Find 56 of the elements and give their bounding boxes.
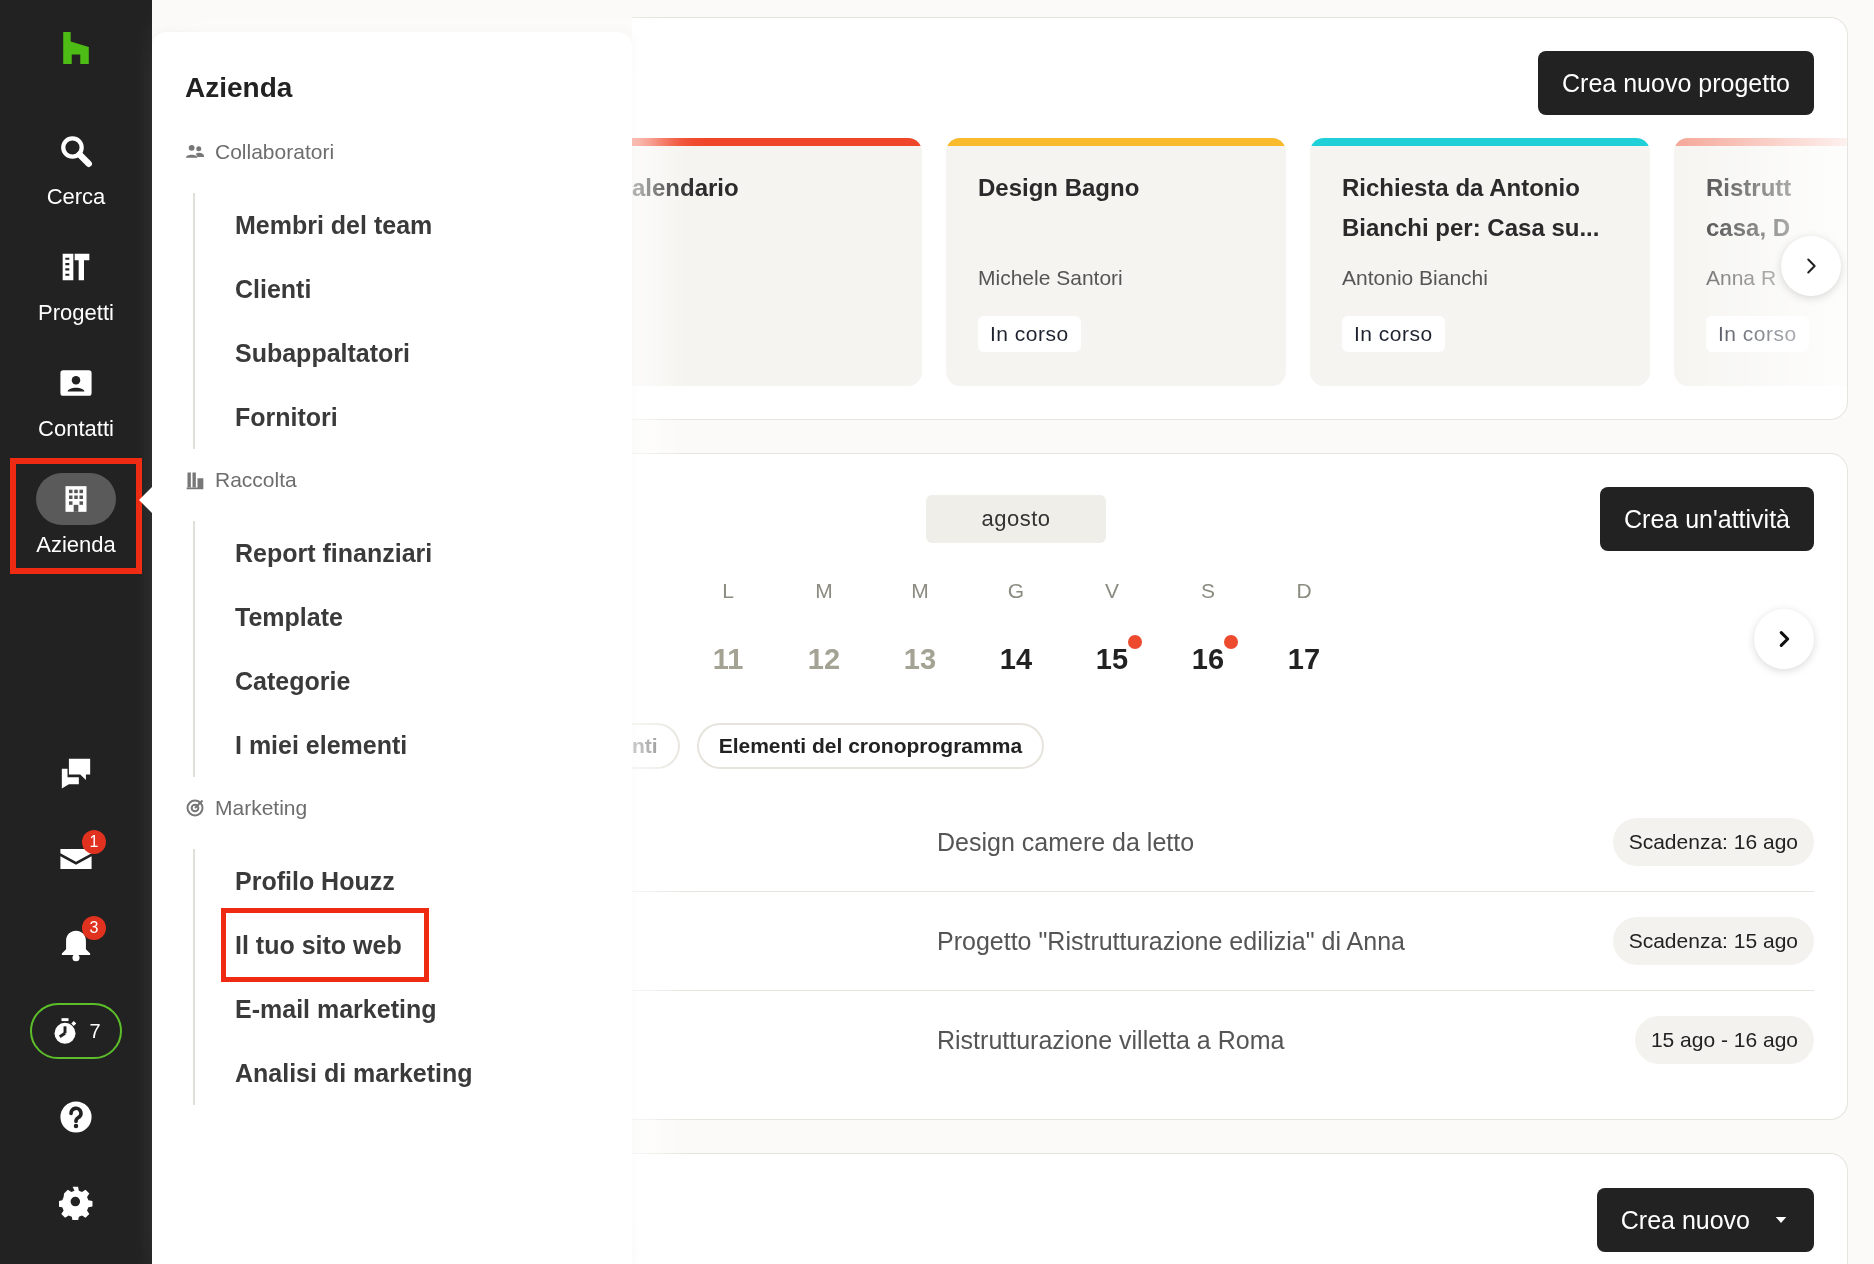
status-tag: In corso xyxy=(1706,316,1809,352)
client-name: Anna R xyxy=(1706,265,1777,291)
create-project-button[interactable]: Crea nuovo progetto xyxy=(1538,51,1814,115)
weekday-label: D xyxy=(1295,578,1313,604)
weekday-label: L xyxy=(721,578,735,604)
client-name: Michele Santori xyxy=(978,265,1123,291)
notifications-button[interactable]: 3 xyxy=(26,902,126,988)
search-icon xyxy=(59,134,93,168)
group-heading: Raccolta xyxy=(215,468,297,492)
calendar-day[interactable]: 16 xyxy=(1160,633,1256,685)
nav-item[interactable]: Progetti xyxy=(10,226,142,342)
filter-chip[interactable]: Elementi del cronoprogramma xyxy=(696,723,1045,769)
due-date: 15 ago - 16 ago xyxy=(1634,1016,1814,1064)
project-title: Richiesta da Antonio Bianchi per: Casa su... xyxy=(1342,173,1600,243)
help-icon xyxy=(59,1100,93,1134)
target-icon xyxy=(185,798,205,818)
calendar-day[interactable]: 17 xyxy=(1256,633,1352,685)
task-title: Ristrutturazione villetta a Roma xyxy=(937,1025,1285,1055)
status-tag: In corso xyxy=(978,316,1081,352)
settings-icon xyxy=(59,1186,93,1220)
task-title: Design camere da letto xyxy=(937,827,1195,857)
nav-item[interactable]: Contatti xyxy=(10,342,142,458)
weekday-label: G xyxy=(1006,578,1026,604)
task-title: Progetto "Ristrutturazione edilizia" di Anna xyxy=(937,926,1405,956)
menu-title: Azienda xyxy=(185,71,294,105)
weekday-label: M xyxy=(910,578,930,604)
chat-icon xyxy=(59,756,93,790)
weekday-label: M xyxy=(814,578,834,604)
nav-item[interactable]: Cerca xyxy=(10,110,142,226)
calendar-day[interactable]: 14 xyxy=(968,633,1064,685)
status-tag: In corso xyxy=(1342,316,1445,352)
inbox-button[interactable]: 1 xyxy=(26,816,126,902)
project-card[interactable]: Design Bagno Michele Santori In corso xyxy=(946,138,1286,386)
project-card[interactable]: Ristrutt casa, D Anna R In corso xyxy=(1674,138,1847,386)
project-title: Design Bagno xyxy=(978,173,1140,203)
client-name: Antonio Bianchi xyxy=(1342,265,1488,291)
create-task-button[interactable]: Crea un'attività xyxy=(1600,487,1814,551)
project-title: alendario xyxy=(632,173,739,203)
project-title: Ristrutt casa, D xyxy=(1706,173,1792,243)
group-heading: Collaboratori xyxy=(215,140,335,164)
create-new-button[interactable]: Crea nuovo xyxy=(1596,1188,1814,1252)
project-card[interactable]: Richiesta da Antonio Bianchi per: Casa su... Antonio Bianchi In corso xyxy=(1310,138,1650,386)
weekday-label: S xyxy=(1200,578,1216,604)
count-badge: 3 xyxy=(82,916,106,940)
month-label: agosto xyxy=(926,495,1106,543)
group-heading: Marketing xyxy=(215,796,308,820)
menu-link[interactable]: Il tuo sito web xyxy=(221,908,429,982)
due-date: Scadenza: 16 ago xyxy=(1612,818,1814,866)
weekday-label: V xyxy=(1104,578,1120,604)
timer-button[interactable]: 7 xyxy=(30,1003,122,1059)
nav-item[interactable]: Azienda xyxy=(10,458,142,574)
count-badge: 1 xyxy=(82,830,106,854)
due-date: Scadenza: 15 ago xyxy=(1612,917,1814,965)
logo-icon xyxy=(63,32,89,64)
calendar-day[interactable]: 15 xyxy=(1064,633,1160,685)
project-card[interactable]: alendario xyxy=(632,138,922,386)
